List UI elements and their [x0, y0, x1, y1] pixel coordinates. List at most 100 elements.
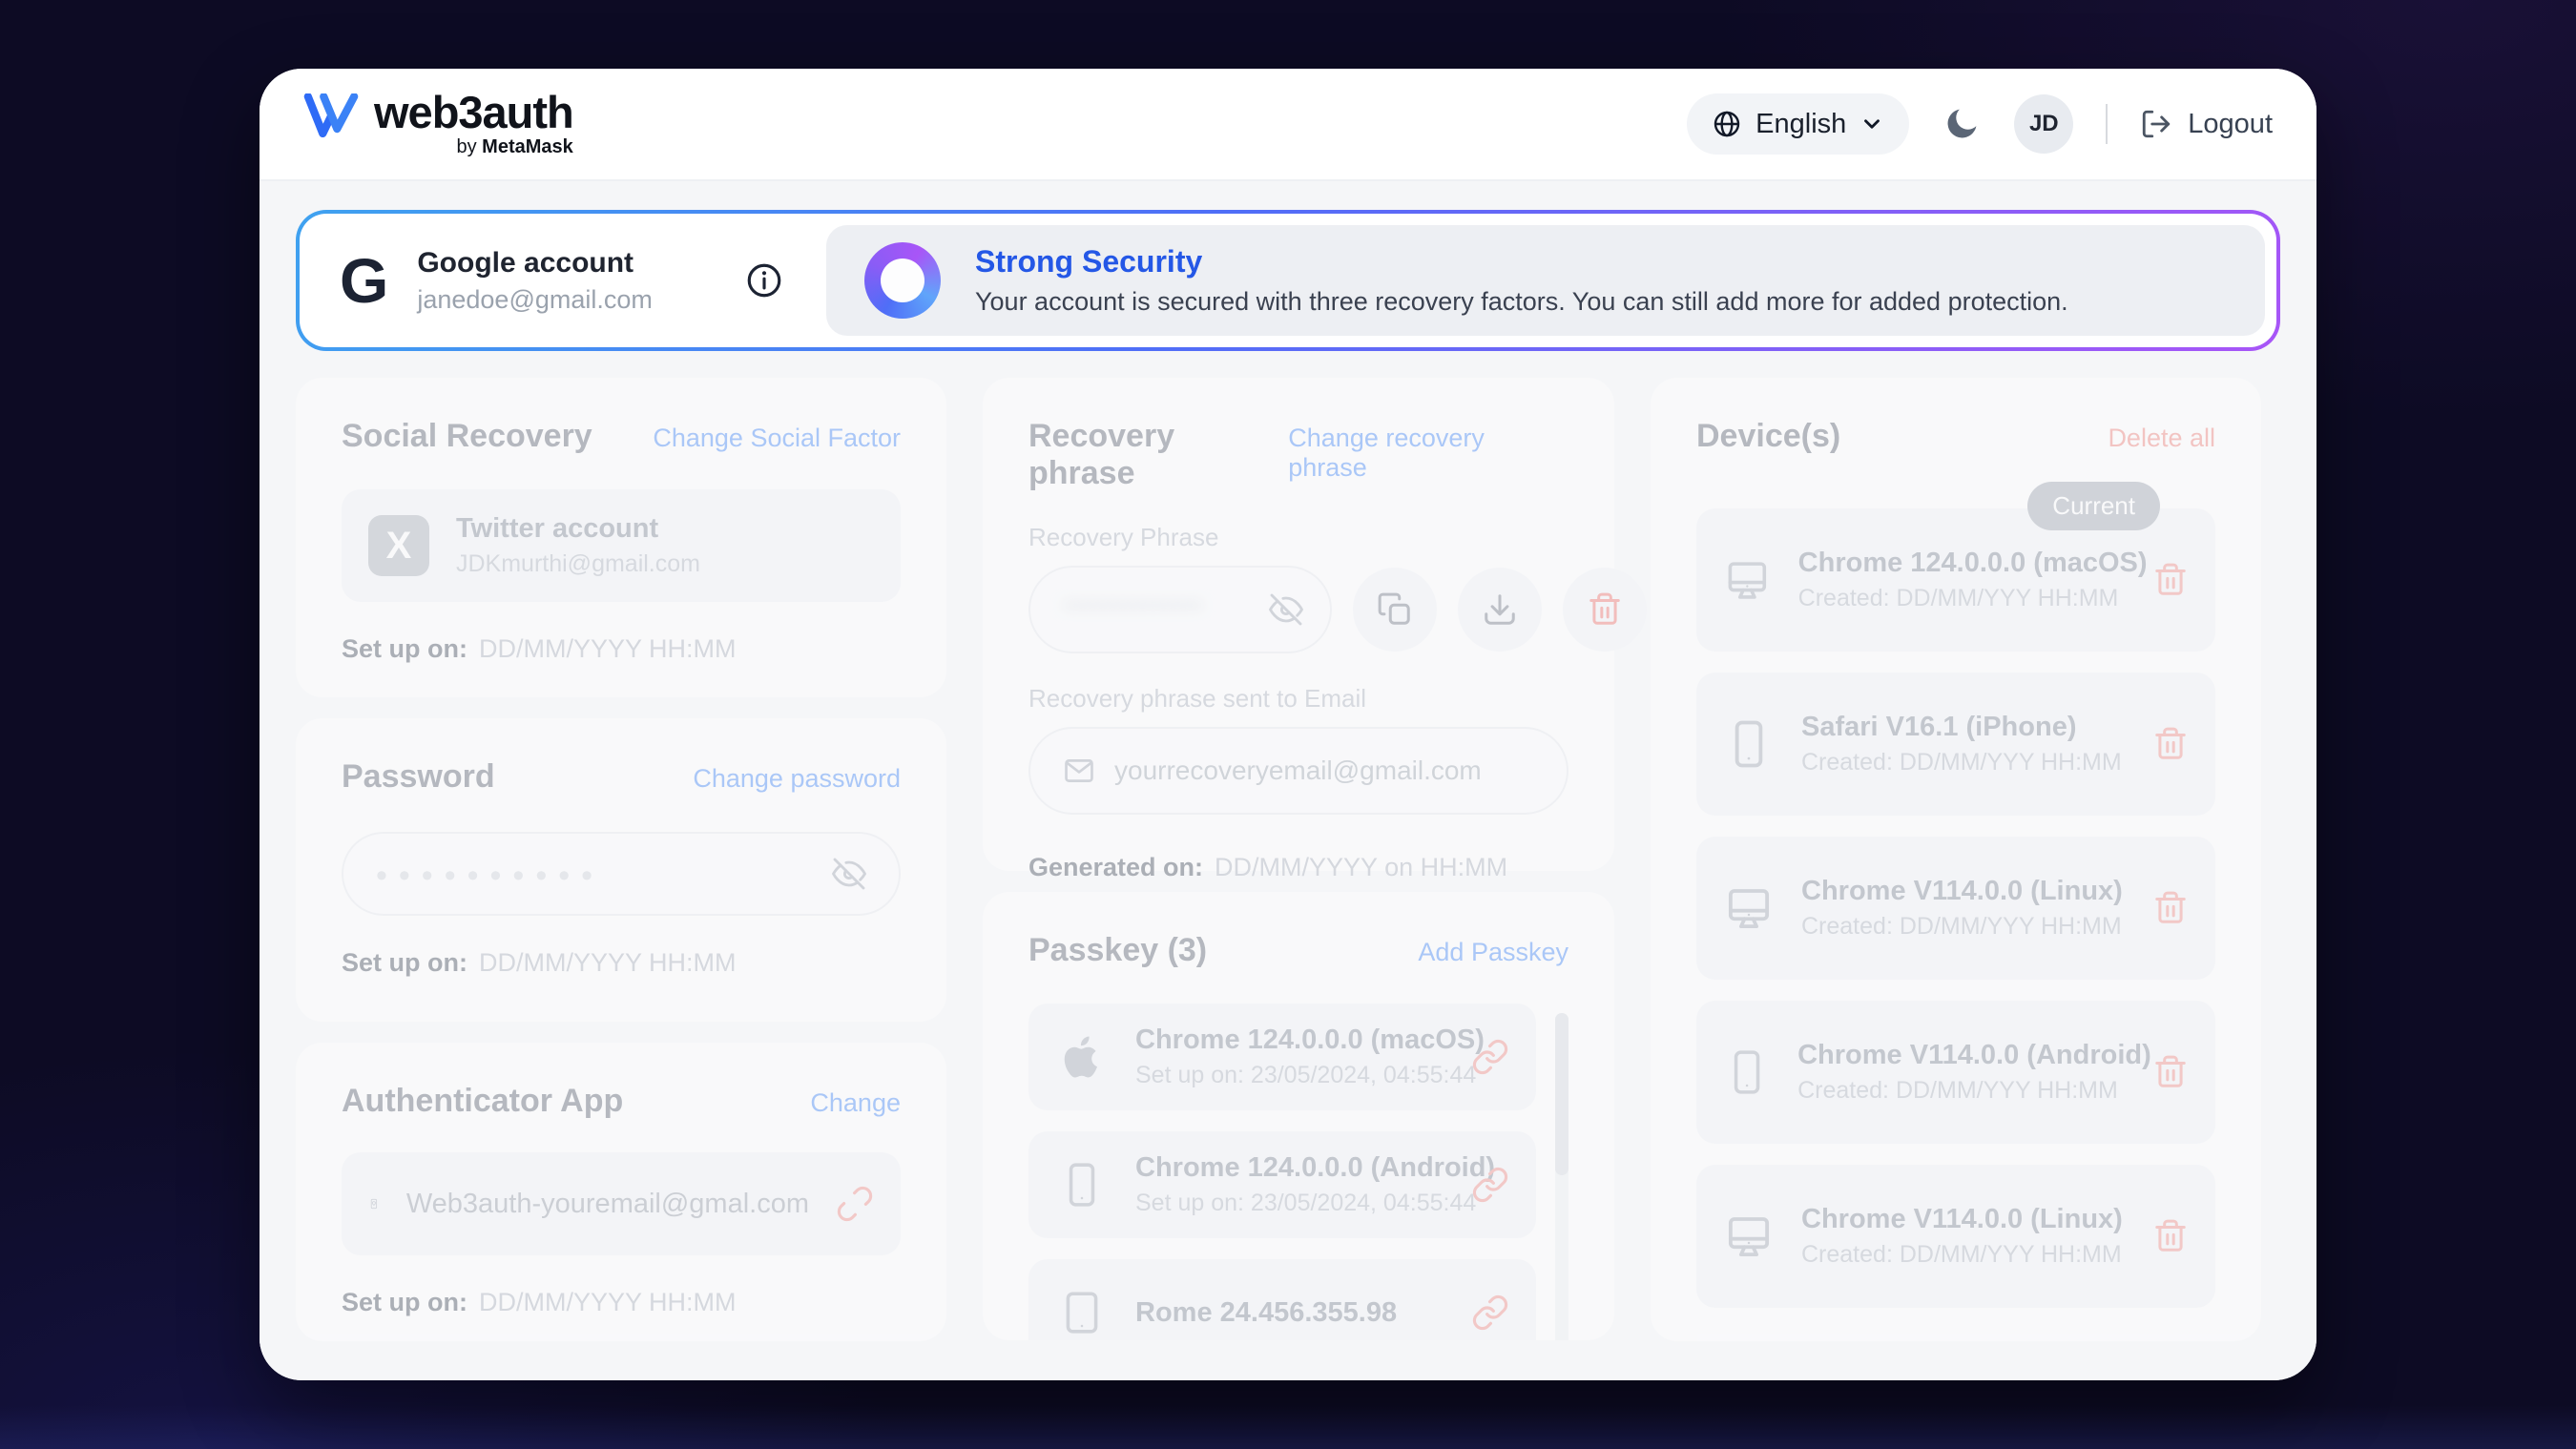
delete-all-devices-link[interactable]: Delete all [2108, 424, 2215, 453]
security-status: Strong Security Your account is secured … [826, 225, 2265, 336]
unlink-authenticator-button[interactable] [836, 1185, 874, 1223]
device-row: Chrome V114.0.0 (Linux) Created: DD/MM/Y… [1696, 1165, 2215, 1308]
moon-icon [1942, 104, 1982, 144]
social-recovery-card: Social Recovery Change Social Factor X T… [296, 378, 946, 697]
delete-device-button[interactable] [2152, 1054, 2189, 1090]
phone-icon [1723, 1046, 1771, 1098]
passkey-name: Chrome 124.0.0.0 (macOS) [1135, 1025, 1444, 1056]
password-mask: •••••••••• [376, 859, 604, 892]
passkey-link-button[interactable] [1471, 1294, 1509, 1332]
device-name: Chrome V114.0.0 (Android) [1797, 1040, 2126, 1071]
device-created-date: Created: DD/MM/YYY HH:MM [1797, 1077, 2126, 1105]
avatar-initials: JD [2029, 111, 2059, 137]
tablet-icon [1058, 1287, 1106, 1338]
logo-text: web3auth [374, 90, 573, 135]
factors-grid: Social Recovery Change Social Factor X T… [296, 378, 2280, 1341]
copy-phrase-button[interactable] [1353, 568, 1437, 652]
desktop-icon [1723, 554, 1772, 606]
dark-mode-toggle[interactable] [1942, 104, 1982, 144]
x-twitter-icon: X [368, 515, 429, 576]
copy-icon [1377, 591, 1413, 628]
recovery-phrase-title: Recovery phrase [1028, 418, 1288, 492]
change-password-link[interactable]: Change password [693, 764, 901, 794]
globe-icon [1712, 109, 1742, 139]
passkey-scrollbar[interactable] [1555, 1013, 1568, 1340]
info-icon [744, 260, 784, 300]
passkey-row: Chrome 124.0.0.0 (macOS) Set up on: 23/0… [1028, 1004, 1536, 1110]
social-setup-date: Set up on:DD/MM/YYYY HH:MM [342, 634, 901, 664]
passkey-list: Chrome 124.0.0.0 (macOS) Set up on: 23/0… [1028, 1004, 1568, 1340]
delete-device-button[interactable] [2152, 1218, 2189, 1254]
device-created-date: Created: DD/MM/YYY HH:MM [1801, 913, 2123, 941]
passkey-setup-date: Set up on: 23/05/2024, 04:55:44 [1135, 1062, 1444, 1089]
toggle-password-visibility[interactable] [832, 857, 866, 891]
delete-device-button[interactable] [2152, 726, 2189, 762]
change-authenticator-link[interactable]: Change [810, 1088, 901, 1118]
device-name: Chrome 124.0.0.0 (macOS) [1798, 548, 2126, 579]
authenticator-title: Authenticator App [342, 1083, 623, 1120]
app-header: web3auth by MetaMask English [260, 69, 2316, 181]
passkey-link-button[interactable] [1471, 1038, 1509, 1076]
account-info-button[interactable] [744, 260, 784, 300]
trash-icon [1587, 591, 1623, 628]
passkey-setup-date: Set up on: 23/05/2024, 04:55:44 [1135, 1190, 1444, 1217]
change-social-factor-link[interactable]: Change Social Factor [653, 424, 901, 453]
device-name: Chrome V114.0.0 (Linux) [1801, 1204, 2123, 1235]
page-body: G Google account janedoe@gmail.com Stro [260, 181, 2316, 1380]
link-icon [1471, 1166, 1509, 1204]
delete-phrase-button[interactable] [1563, 568, 1647, 652]
google-icon: G [340, 249, 388, 312]
recovery-phrase-input[interactable]: ************** [1028, 566, 1332, 653]
devices-card: Device(s) Delete all Current Chrome 124.… [1651, 378, 2261, 1341]
account-email: janedoe@gmail.com [417, 285, 653, 315]
devices-list: Current Chrome 124.0.0.0 (macOS) Created… [1696, 508, 2215, 1308]
device-row: Chrome V114.0.0 (Android) Created: DD/MM… [1696, 1001, 2215, 1144]
recovery-phrase-card: Recovery phrase Change recovery phrase R… [983, 378, 1614, 871]
passkey-name: Chrome 124.0.0.0 (Android) [1135, 1152, 1444, 1184]
password-input[interactable]: •••••••••• [342, 832, 901, 916]
eye-off-icon [1269, 592, 1303, 627]
devices-title: Device(s) [1696, 418, 1840, 455]
scrollbar-thumb[interactable] [1555, 1013, 1568, 1175]
desktop-icon [1723, 882, 1775, 934]
web3auth-logo: web3auth by MetaMask [303, 90, 573, 158]
passkey-link-button[interactable] [1471, 1166, 1509, 1204]
eye-off-icon [832, 857, 866, 891]
security-status-description: Your account is secured with three recov… [975, 287, 2068, 317]
avatar[interactable]: JD [2014, 94, 2073, 154]
add-passkey-link[interactable]: Add Passkey [1418, 938, 1568, 967]
language-label: English [1755, 109, 1846, 140]
language-selector[interactable]: English [1687, 93, 1909, 155]
recovery-email-input[interactable]: yourrecoveryemail@gmail.com [1028, 727, 1568, 815]
device-row: Chrome V114.0.0 (Linux) Created: DD/MM/Y… [1696, 837, 2215, 980]
mail-icon [1063, 755, 1095, 787]
recovery-phrase-label: Recovery Phrase [1028, 523, 1568, 552]
delete-device-button[interactable] [2152, 562, 2189, 598]
security-status-title: Strong Security [975, 244, 2068, 279]
authenticator-setup-date: Set up on:DD/MM/YYYY HH:MM [342, 1288, 901, 1317]
twitter-account-row: X Twitter account JDKmurthi@gmail.com [342, 489, 901, 602]
device-name: Safari V16.1 (iPhone) [1801, 712, 2122, 743]
logout-button[interactable]: Logout [2140, 108, 2273, 140]
passkey-card: Passkey (3) Add Passkey [983, 892, 1614, 1340]
download-phrase-button[interactable] [1458, 568, 1542, 652]
toggle-phrase-visibility[interactable] [1269, 592, 1303, 627]
device-row: Safari V16.1 (iPhone) Created: DD/MM/YYY… [1696, 673, 2215, 816]
current-device-badge: Current [2027, 482, 2160, 530]
phone-pin-icon [368, 1178, 380, 1230]
trash-icon [2152, 1218, 2189, 1254]
authenticator-email: Web3auth-youremail@gmal.com [406, 1189, 809, 1220]
device-created-date: Created: DD/MM/YYY HH:MM [1798, 585, 2126, 612]
twitter-account-label: Twitter account [456, 513, 700, 545]
recovery-generated-date: Generated on:DD/MM/YYYY on HH:MM [1028, 853, 1568, 882]
security-ring-icon [864, 242, 941, 319]
change-recovery-phrase-link[interactable]: Change recovery phrase [1288, 424, 1568, 483]
app-window: web3auth by MetaMask English [260, 69, 2316, 1380]
link-off-icon [836, 1185, 874, 1223]
logo-by: by [456, 136, 476, 157]
logo-subtext: by MetaMask [456, 136, 572, 158]
web3auth-logo-icon [303, 93, 359, 141]
delete-device-button[interactable] [2152, 890, 2189, 926]
password-setup-date: Set up on:DD/MM/YYYY HH:MM [342, 948, 901, 978]
trash-icon [2152, 726, 2189, 762]
